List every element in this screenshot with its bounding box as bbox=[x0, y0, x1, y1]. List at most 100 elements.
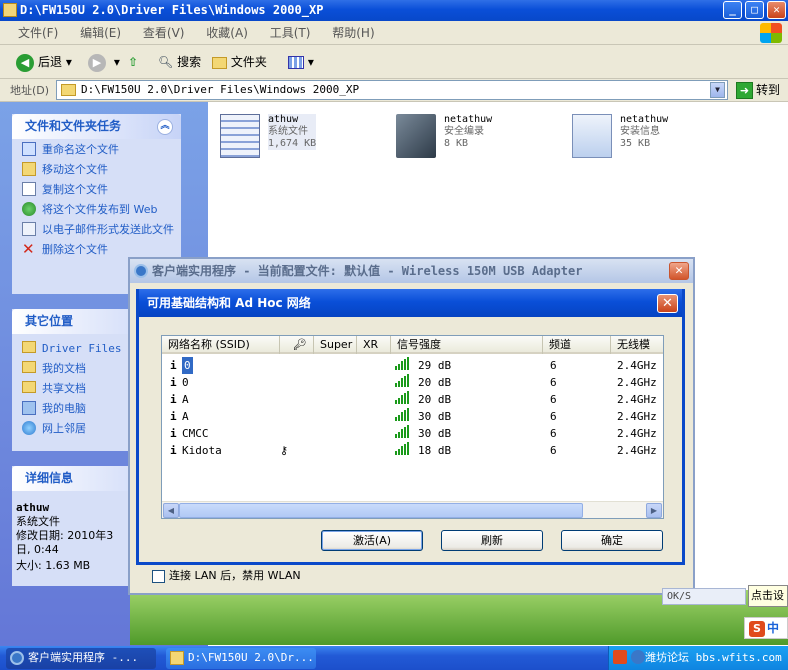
channel-cell: 6 bbox=[550, 393, 557, 406]
folder-icon bbox=[22, 361, 36, 373]
client-title-bar[interactable]: 客户端实用程序 - 当前配置文件: 默认值 - Wireless 150M US… bbox=[130, 259, 693, 283]
setup-info-icon bbox=[572, 114, 612, 158]
table-row[interactable]: i A 30 dB 6 2.4GHz bbox=[162, 408, 663, 425]
menu-favorites[interactable]: 收藏(A) bbox=[206, 26, 248, 40]
toolbar: ◀ 后退 ▾ ▶ ▾ ⇧ 🔍︎ 搜索 文件夹 ▾ bbox=[0, 45, 788, 79]
signal-bars-icon bbox=[395, 408, 410, 421]
signal-bars-icon bbox=[395, 425, 410, 438]
column-xr[interactable]: XR bbox=[357, 336, 391, 354]
network-list: 网络名称 (SSID) 🔑︎ Super XR 信号强度 频道 无线模 i 0 29… bbox=[161, 335, 664, 519]
windows-logo-icon bbox=[760, 23, 782, 43]
search-button[interactable]: 🔍︎ 搜索 bbox=[158, 51, 201, 73]
folder-icon bbox=[22, 341, 36, 353]
ssid-cell: Kidota bbox=[182, 444, 222, 457]
copy-icon bbox=[22, 182, 36, 196]
scroll-right-icon[interactable]: ▶ bbox=[646, 503, 662, 518]
refresh-button[interactable]: 刷新 bbox=[441, 530, 543, 551]
task-delete[interactable]: ✕ 删除这个文件 bbox=[22, 242, 175, 257]
forward-arrow-icon: ▶ bbox=[88, 53, 106, 72]
table-row[interactable]: i Kidota ⚷ 18 dB 6 2.4GHz bbox=[162, 442, 663, 459]
taskbar-item-client[interactable]: 客户端实用程序 -... bbox=[6, 648, 156, 669]
menu-file[interactable]: 文件(F) bbox=[18, 26, 58, 40]
task-rename[interactable]: 重命名这个文件 bbox=[22, 142, 175, 156]
scroll-left-icon[interactable]: ◀ bbox=[163, 503, 179, 518]
file-item[interactable]: netathuw 安装信息 35 KB bbox=[572, 112, 742, 162]
menu-tools[interactable]: 工具(T) bbox=[270, 26, 311, 40]
ssid-cell: A bbox=[182, 393, 189, 406]
address-input[interactable]: D:\FW150U 2.0\Driver Files\Windows 2000_… bbox=[56, 80, 728, 100]
move-icon bbox=[22, 162, 36, 176]
file-item[interactable]: netathuw 安全编录 8 KB bbox=[396, 112, 566, 162]
chevron-down-icon[interactable]: ▼ bbox=[710, 82, 725, 98]
menu-view[interactable]: 查看(V) bbox=[143, 26, 185, 40]
horizontal-scrollbar[interactable]: ◀ ▶ bbox=[162, 501, 663, 518]
file-item[interactable]: athuw 系统文件 1,674 KB bbox=[220, 112, 390, 162]
file-tasks-title[interactable]: 文件和文件夹任务 ︽ bbox=[12, 114, 181, 139]
menu-help[interactable]: 帮助(H) bbox=[332, 26, 374, 40]
ssid-cell: CMCC bbox=[182, 427, 209, 440]
ime-s-icon: S bbox=[749, 621, 765, 637]
menu-edit[interactable]: 编辑(E) bbox=[80, 26, 121, 40]
wireless-icon bbox=[134, 264, 148, 278]
ssid-cell: 0 bbox=[182, 376, 189, 389]
column-security[interactable]: 🔑︎ bbox=[280, 336, 314, 354]
signal-bars-icon bbox=[395, 442, 410, 455]
taskbar-item-explorer[interactable]: D:\FW150U 2.0\Dr... bbox=[166, 648, 316, 669]
ime-tray-icon[interactable] bbox=[613, 650, 627, 664]
minimize-button[interactable]: _ bbox=[723, 1, 742, 19]
go-button[interactable]: ➜ 转到 bbox=[736, 81, 780, 99]
search-icon: 🔍︎ bbox=[158, 55, 174, 69]
channel-cell: 6 bbox=[550, 376, 557, 389]
channel-cell: 6 bbox=[550, 410, 557, 423]
go-arrow-icon: ➜ bbox=[736, 82, 753, 99]
column-ssid[interactable]: 网络名称 (SSID) bbox=[162, 336, 280, 354]
views-icon bbox=[288, 56, 304, 69]
folders-button[interactable]: 文件夹 bbox=[212, 51, 267, 73]
signal-cell: 30 dB bbox=[418, 427, 452, 440]
task-copy[interactable]: 复制这个文件 bbox=[22, 182, 175, 196]
folder-icon bbox=[22, 381, 36, 393]
disable-wlan-checkbox[interactable]: 连接 LAN 后，禁用 WLAN bbox=[152, 569, 301, 583]
signal-cell: 29 dB bbox=[418, 359, 452, 372]
task-move[interactable]: 移动这个文件 bbox=[22, 162, 175, 176]
table-row[interactable]: i CMCC 30 dB 6 2.4GHz bbox=[162, 425, 663, 442]
taskbar: 客户端实用程序 -... D:\FW150U 2.0\Dr... 潍坊论坛 bb… bbox=[0, 646, 788, 670]
table-row[interactable]: i A 20 dB 6 2.4GHz bbox=[162, 391, 663, 408]
address-label: 地址(D) bbox=[10, 84, 50, 97]
column-signal[interactable]: 信号强度 bbox=[391, 336, 543, 354]
column-super[interactable]: Super bbox=[314, 336, 357, 354]
close-button[interactable]: ✕ bbox=[669, 262, 689, 280]
back-button[interactable]: ◀ 后退 ▾ bbox=[16, 51, 72, 73]
forward-button[interactable]: ▶ ▾ bbox=[88, 51, 120, 73]
key-icon: ⚷ bbox=[280, 444, 289, 457]
ime-indicator[interactable]: S中 bbox=[744, 617, 788, 639]
mode-cell: 2.4GHz bbox=[617, 376, 657, 389]
signal-cell: 30 dB bbox=[418, 410, 452, 423]
folder-icon bbox=[170, 651, 184, 665]
task-email[interactable]: 以电子邮件形式发送此文件 bbox=[22, 222, 175, 236]
scroll-thumb[interactable] bbox=[179, 503, 583, 518]
ok-button[interactable]: 确定 bbox=[561, 530, 663, 551]
up-folder-icon[interactable]: ⇧ bbox=[128, 51, 146, 73]
views-button[interactable]: ▾ bbox=[288, 51, 314, 73]
networks-title-bar[interactable]: 可用基础结构和 Ad Hoc 网络 ✕ bbox=[139, 289, 682, 317]
column-mode[interactable]: 无线模 bbox=[611, 336, 663, 354]
explorer-title: D:\FW150U 2.0\Driver Files\Windows 2000_… bbox=[20, 3, 324, 17]
explorer-title-bar[interactable]: D:\FW150U 2.0\Driver Files\Windows 2000_… bbox=[0, 0, 788, 21]
system-tray: 潍坊论坛 bbs.wfits.com bbox=[608, 646, 788, 670]
activate-button[interactable]: 激活(A) bbox=[321, 530, 423, 551]
system-file-icon bbox=[220, 114, 260, 158]
table-row[interactable]: i 0 29 dB 6 2.4GHz bbox=[162, 357, 663, 374]
signal-cell: 20 dB bbox=[418, 376, 452, 389]
collapse-icon[interactable]: ︽ bbox=[157, 119, 173, 135]
network-tray-icon[interactable] bbox=[631, 650, 645, 664]
station-icon: i bbox=[170, 427, 177, 440]
task-publish-web[interactable]: 将这个文件发布到 Web bbox=[22, 202, 175, 216]
channel-cell: 6 bbox=[550, 359, 557, 372]
maximize-button[interactable]: □ bbox=[745, 1, 764, 19]
network-icon bbox=[22, 421, 36, 435]
close-button[interactable]: ✕ bbox=[657, 294, 678, 313]
column-channel[interactable]: 频道 bbox=[543, 336, 611, 354]
table-row[interactable]: i 0 20 dB 6 2.4GHz bbox=[162, 374, 663, 391]
close-button[interactable]: ✕ bbox=[767, 1, 786, 19]
